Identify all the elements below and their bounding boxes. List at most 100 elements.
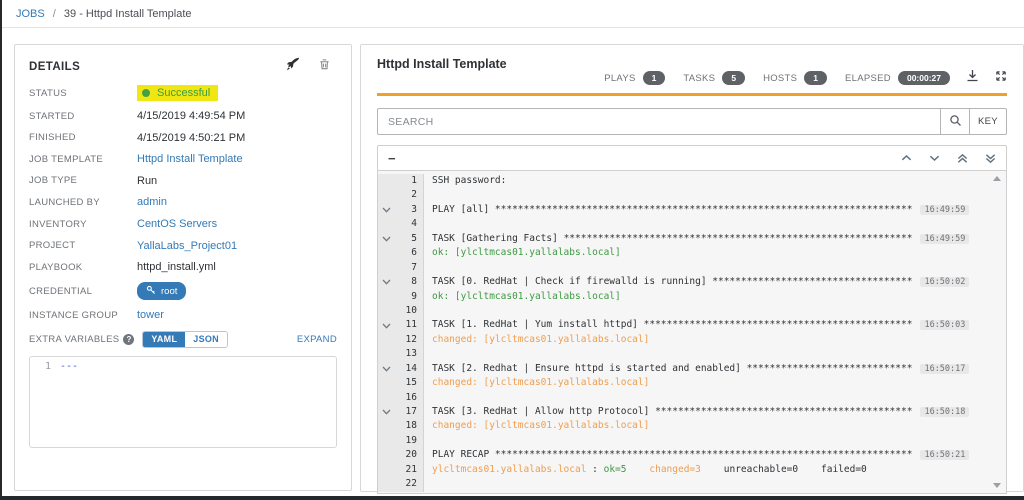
rocket-icon xyxy=(286,57,300,76)
breadcrumb-separator: / xyxy=(52,8,56,20)
chevron-down-icon[interactable] xyxy=(378,361,395,377)
yaml-toggle-button[interactable]: YAML xyxy=(143,331,186,347)
line-text: TASK [2. Redhat | Ensure httpd is starte… xyxy=(424,362,970,376)
editor-content: --- xyxy=(60,360,79,372)
line-number: 11 xyxy=(395,318,424,333)
breadcrumb-jobs-link[interactable]: JOBS xyxy=(16,8,45,20)
detail-label: INSTANCE GROUP xyxy=(29,309,119,321)
detail-value-link[interactable]: CentOS Servers xyxy=(137,218,217,230)
detail-value-link[interactable]: admin xyxy=(137,196,167,208)
detail-value-link[interactable]: YallaLabs_Project01 xyxy=(137,240,237,252)
line-text: PLAY RECAP *****************************… xyxy=(424,448,970,462)
trash-icon xyxy=(318,58,331,76)
line-text xyxy=(424,477,432,491)
asterisk-padding: ****************************************… xyxy=(563,232,913,244)
text-segment: : xyxy=(586,463,604,475)
asterisk-padding: ****************************************… xyxy=(655,406,913,417)
delete-button[interactable] xyxy=(318,57,331,76)
detail-label: STATUS xyxy=(29,87,67,99)
search-button[interactable] xyxy=(940,108,970,135)
credential-name: root xyxy=(161,285,178,297)
extra-variables-editor[interactable]: 1 --- xyxy=(29,355,337,448)
detail-value: 4/15/2019 4:49:54 PM xyxy=(137,110,246,123)
editor-line-number: 1 xyxy=(44,360,51,372)
output-title: Httpd Install Template xyxy=(377,57,507,71)
chevron-up-icon[interactable] xyxy=(901,154,912,162)
scroll-up-arrow[interactable] xyxy=(993,176,1001,181)
detail-value: 4/15/2019 4:50:21 PM xyxy=(137,131,246,144)
job-stats: PLAYS 1 TASKS 5 HOSTS 1 ELAPSED 00:00:27 xyxy=(586,69,1007,87)
timestamp-badge: 16:49:59 xyxy=(920,233,970,244)
line-text xyxy=(424,347,432,361)
chevron-down-icon[interactable] xyxy=(929,154,940,162)
console-line: 12 changed: [ylcltmcas01.yallalabs.local] xyxy=(378,332,1006,348)
text-segment: PLAY [all] xyxy=(432,203,495,215)
detail-value-link[interactable]: tower xyxy=(137,309,164,321)
double-chevron-down-icon[interactable] xyxy=(985,153,996,164)
chevron-down-icon[interactable] xyxy=(378,318,395,333)
console-line: 9 ok: [ylcltmcas01.yallalabs.local] xyxy=(378,289,1006,304)
timestamp-badge: 16:50:21 xyxy=(920,450,970,461)
chevron-down-icon[interactable] xyxy=(378,405,395,420)
search-input[interactable] xyxy=(377,108,941,135)
gutter-spacer xyxy=(378,217,395,232)
line-number: 4 xyxy=(395,217,424,232)
detail-label: INVENTORY xyxy=(29,218,87,230)
console-line: 13 xyxy=(378,347,1006,362)
console-line: 4 xyxy=(378,217,1006,232)
chevron-down-icon[interactable] xyxy=(378,275,395,290)
expand-link[interactable]: EXPAND xyxy=(297,334,337,345)
collapse-all-button[interactable]: − xyxy=(388,152,396,165)
detail-label: CREDENTIAL xyxy=(29,285,93,297)
line-number: 22 xyxy=(395,477,424,492)
key-icon xyxy=(146,285,156,298)
timestamp-badge: 16:50:02 xyxy=(920,277,970,288)
gutter-spacer xyxy=(378,376,395,391)
line-number: 2 xyxy=(395,188,424,203)
chevron-down-icon[interactable] xyxy=(378,231,395,247)
credential-badge[interactable]: root xyxy=(137,282,187,301)
line-number: 18 xyxy=(395,419,424,434)
text-segment xyxy=(798,464,821,475)
line-number: 7 xyxy=(395,260,424,276)
console-line: 2 xyxy=(378,188,1006,203)
format-toggle: YAML JSON xyxy=(142,330,228,348)
search-icon xyxy=(949,114,962,130)
asterisk-padding: ****************************************… xyxy=(643,319,913,331)
detail-value-link[interactable]: Httpd Install Template xyxy=(137,153,243,165)
console-line: 19 xyxy=(378,433,1006,449)
relaunch-button[interactable] xyxy=(286,57,300,76)
console-line: 20 PLAY RECAP ***************************… xyxy=(378,448,1006,463)
output-header: Httpd Install Template PLAYS 1 TASKS 5 HOSTS… xyxy=(377,55,1007,91)
line-number: 1 xyxy=(395,174,424,189)
console-line: 18 changed: [ylcltmcas01.yallalabs.local] xyxy=(378,419,1006,434)
detail-label: FINISHED xyxy=(29,132,76,144)
json-toggle-button[interactable]: JSON xyxy=(185,331,227,347)
text-segment: TASK [3. RedHat | Allow http Protocol] xyxy=(432,406,656,417)
detail-row: JOB TEMPLATE Httpd Install Template xyxy=(29,153,337,166)
detail-row: CREDENTIAL root xyxy=(29,282,337,301)
status-badge: Successful xyxy=(137,85,219,101)
breadcrumb: JOBS / 39 - Httpd Install Template xyxy=(2,0,1024,28)
text-segment: ok: [ylcltmcas01.yallalabs.local] xyxy=(432,247,621,259)
key-button[interactable]: KEY xyxy=(969,108,1007,135)
console-line: 1 SSH password: xyxy=(378,174,1006,189)
line-text: changed: [ylcltmcas01.yallalabs.local] xyxy=(424,376,649,390)
text-segment: changed: [ylcltmcas01.yallalabs.local] xyxy=(432,377,650,389)
text-segment: TASK [2. Redhat | Ensure httpd is starte… xyxy=(432,362,747,374)
line-text xyxy=(424,261,432,275)
details-title: DETAILS xyxy=(29,60,81,73)
text-segment: ylcltmcas01.yallalabs.local xyxy=(432,463,587,475)
detail-value: Run xyxy=(137,174,158,187)
scroll-down-arrow[interactable] xyxy=(993,483,1001,488)
line-text xyxy=(424,217,432,231)
expand-button[interactable] xyxy=(995,69,1007,87)
details-actions xyxy=(286,57,331,76)
double-chevron-up-icon[interactable] xyxy=(957,153,968,164)
chevron-down-icon[interactable] xyxy=(378,202,395,218)
text-segment: changed: [ylcltmcas01.yallalabs.local] xyxy=(432,420,650,432)
line-text: SSH password: xyxy=(424,174,506,188)
line-number: 9 xyxy=(395,289,424,304)
gutter-spacer xyxy=(378,347,395,362)
download-button[interactable] xyxy=(966,69,979,87)
